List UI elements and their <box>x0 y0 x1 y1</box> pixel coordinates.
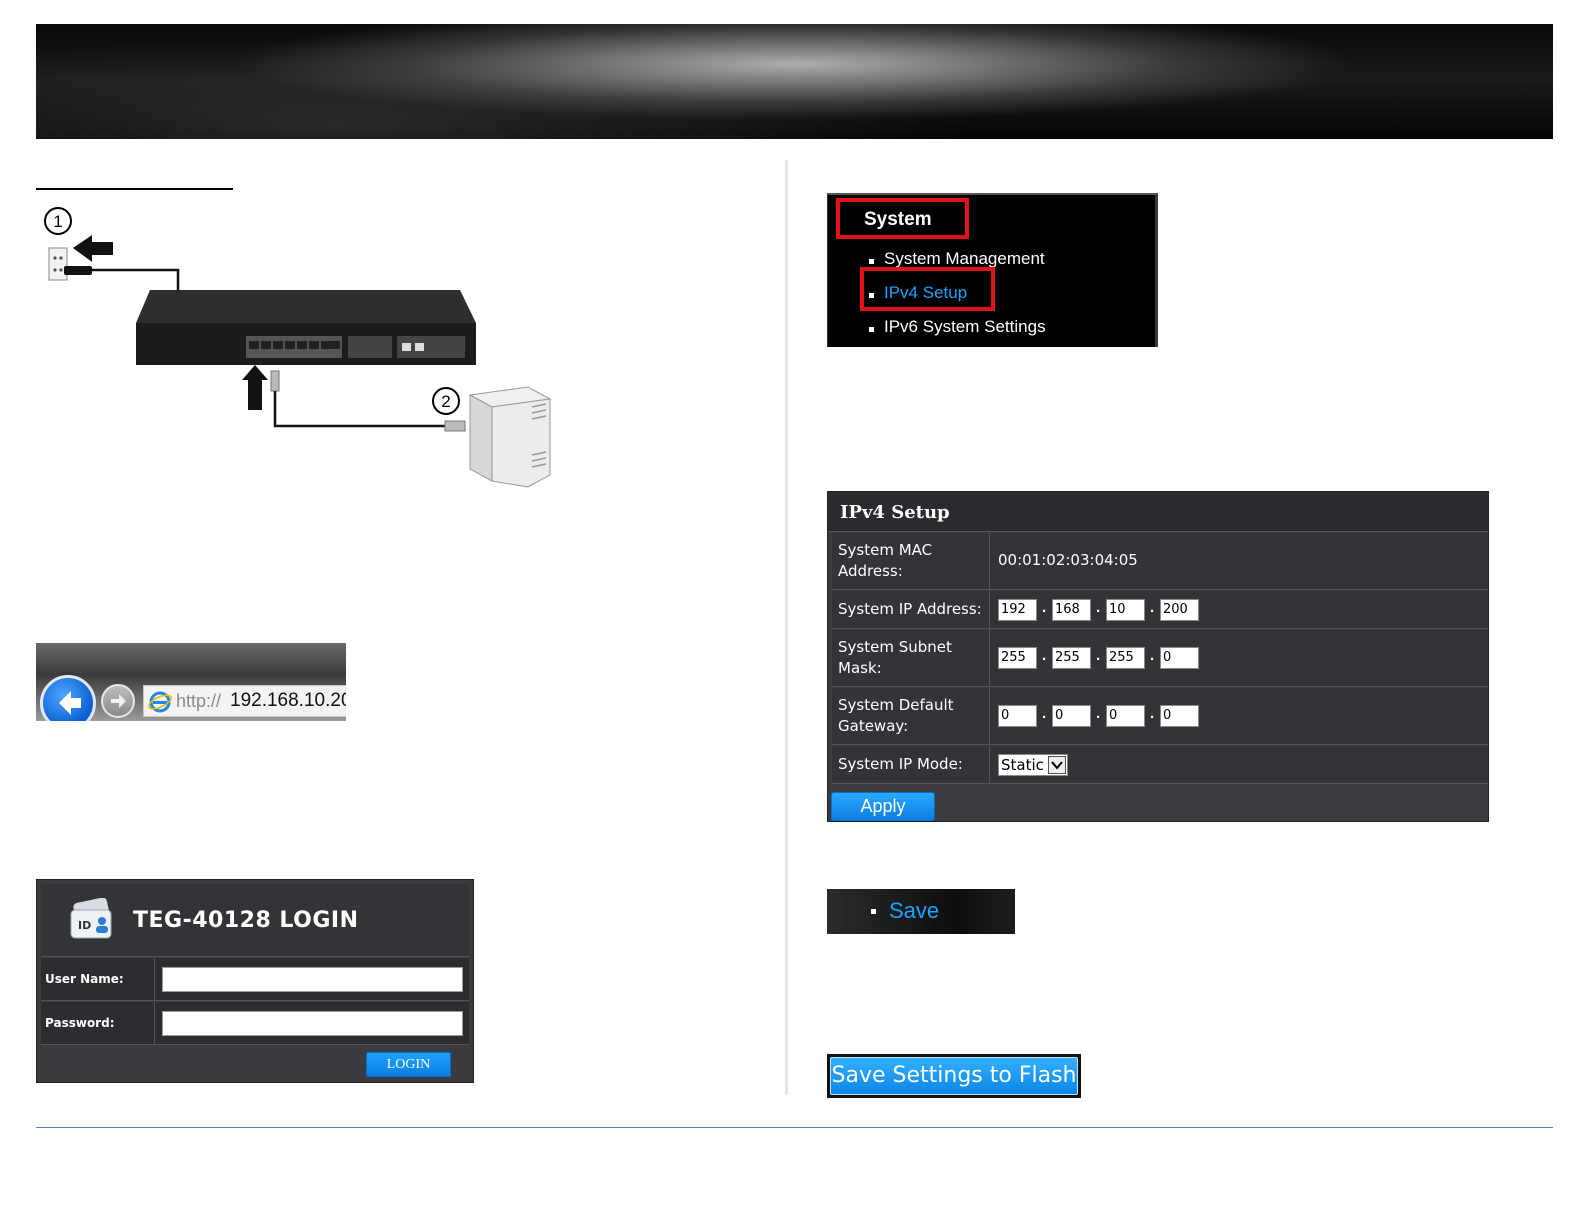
username-input[interactable] <box>162 967 463 992</box>
octet-dot: . <box>1096 647 1101 664</box>
ip-address-row: System IP Address: 192 . 168 . 10 . 200 <box>832 591 1488 629</box>
ip-octet-4[interactable]: 200 <box>1160 599 1199 621</box>
default-gateway-label: System Default Gateway: <box>838 695 954 737</box>
heading-underline <box>36 188 233 190</box>
octet-dot: . <box>1150 599 1155 616</box>
username-label: User Name: <box>45 972 124 986</box>
gateway-octet-1[interactable]: 0 <box>998 705 1037 727</box>
login-header: ID TEG-40128 LOGIN <box>41 884 469 957</box>
mask-label-line-2: Mask: <box>838 659 882 677</box>
forward-arrow-icon <box>111 694 126 708</box>
ip-mode-select[interactable]: Static <box>998 754 1068 776</box>
back-arrow-icon <box>59 691 81 715</box>
password-input[interactable] <box>162 1011 463 1036</box>
switch-diagram-illustration: 1 2 <box>44 207 552 488</box>
octet-dot: . <box>1150 705 1155 722</box>
gateway-octet-4[interactable]: 0 <box>1160 705 1199 727</box>
step-2-label: 2 <box>441 392 450 411</box>
ip-mode-value: Static <box>1001 756 1044 774</box>
ipv4-setup-highlight-box <box>860 267 995 311</box>
password-row: Password: <box>41 1002 469 1045</box>
menu-item-ipv6-system-settings[interactable]: IPv6 System Settings <box>884 317 1046 337</box>
octet-dot: . <box>1042 705 1047 722</box>
username-row: User Name: <box>41 958 469 1001</box>
ip-octet-3[interactable]: 10 <box>1106 599 1145 621</box>
row-separator <box>989 630 990 686</box>
default-gateway-row: System Default Gateway: 0 . 0 . 0 . 0 <box>832 688 1488 745</box>
octet-dot: . <box>1150 647 1155 664</box>
save-settings-to-flash-button[interactable]: Save Settings to Flash <box>830 1057 1078 1095</box>
gateway-label-line-2: Gateway: <box>838 717 909 735</box>
mac-address-value: 00:01:02:03:04:05 <box>998 551 1138 569</box>
manual-page: 1 2 http:// 192.168.10.2 ID TEG-40128 LO… <box>0 0 1585 1225</box>
mac-address-row: System MAC Address: 00:01:02:03:04:05 <box>832 533 1488 590</box>
id-card-text: ID <box>78 919 91 932</box>
mask-octet-4[interactable]: 0 <box>1160 647 1199 669</box>
save-settings-to-flash-frame: Save Settings to Flash <box>827 1054 1081 1098</box>
ip-mode-row: System IP Mode: Static <box>832 746 1488 784</box>
ip-address-label: System IP Address: <box>838 600 982 618</box>
gateway-label-line-1: System Default <box>838 696 954 714</box>
url-field[interactable]: http:// 192.168.10.200 <box>143 685 346 717</box>
gateway-octet-3[interactable]: 0 <box>1106 705 1145 727</box>
row-separator <box>154 958 155 1001</box>
browser-address-bar-screenshot: http:// 192.168.10.200 <box>36 643 346 721</box>
apply-button[interactable]: Apply <box>831 792 935 821</box>
mask-octet-3[interactable]: 255 <box>1106 647 1145 669</box>
step-1-label: 1 <box>53 212 62 231</box>
mask-octet-1[interactable]: 255 <box>998 647 1037 669</box>
bullet-icon <box>871 909 876 914</box>
system-highlight-box <box>836 198 969 239</box>
row-separator <box>989 533 990 589</box>
login-button[interactable]: LOGIN <box>366 1052 451 1077</box>
id-card-icon: ID <box>70 898 112 939</box>
forward-button[interactable] <box>101 684 135 718</box>
header-banner <box>36 24 1553 139</box>
chevron-down-icon[interactable] <box>1048 756 1066 774</box>
menu-item-save[interactable]: Save <box>889 898 939 924</box>
url-host: 192.168.10.200 <box>230 690 346 711</box>
url-scheme: http:// <box>176 691 222 711</box>
system-menu-screenshot: System System Management IPv4 Setup IPv6… <box>827 193 1158 347</box>
octet-dot: . <box>1042 647 1047 664</box>
octet-dot: . <box>1096 705 1101 722</box>
login-panel: ID TEG-40128 LOGIN User Name: Password: … <box>36 879 474 1083</box>
row-separator <box>989 688 990 744</box>
ipv4-setup-panel: IPv4 Setup System MAC Address: 00:01:02:… <box>827 491 1489 822</box>
browser-e-icon <box>148 691 172 713</box>
subnet-mask-label: System Subnet Mask: <box>838 637 952 679</box>
column-divider <box>785 160 788 1095</box>
menu-item-system-management[interactable]: System Management <box>884 249 1045 269</box>
row-separator <box>154 1002 155 1045</box>
octet-dot: . <box>1096 599 1101 616</box>
password-label: Password: <box>45 1016 115 1030</box>
bullet-icon <box>869 259 874 264</box>
bullet-icon <box>869 327 874 332</box>
ip-octet-1[interactable]: 192 <box>998 599 1037 621</box>
mask-octet-2[interactable]: 255 <box>1052 647 1091 669</box>
ipv4-panel-header: IPv4 Setup <box>828 492 1488 532</box>
footer-rule <box>36 1127 1553 1128</box>
subnet-mask-row: System Subnet Mask: 255 . 255 . 255 . 0 <box>832 630 1488 687</box>
octet-dot: . <box>1042 599 1047 616</box>
mac-label-line-2: Address: <box>838 562 903 580</box>
row-separator <box>989 591 990 628</box>
mac-address-label: System MAC Address: <box>838 540 932 582</box>
mac-label-line-1: System MAC <box>838 541 933 559</box>
back-button[interactable] <box>40 675 96 721</box>
ipv4-panel-title: IPv4 Setup <box>840 502 950 523</box>
ip-octet-2[interactable]: 168 <box>1052 599 1091 621</box>
login-title: TEG-40128 LOGIN <box>133 908 359 933</box>
row-separator <box>989 746 990 783</box>
mask-label-line-1: System Subnet <box>838 638 952 656</box>
gateway-octet-2[interactable]: 0 <box>1052 705 1091 727</box>
connection-diagram: 1 2 <box>40 205 570 495</box>
ip-mode-label: System IP Mode: <box>838 755 963 773</box>
save-menu-screenshot: Save <box>827 889 1015 934</box>
